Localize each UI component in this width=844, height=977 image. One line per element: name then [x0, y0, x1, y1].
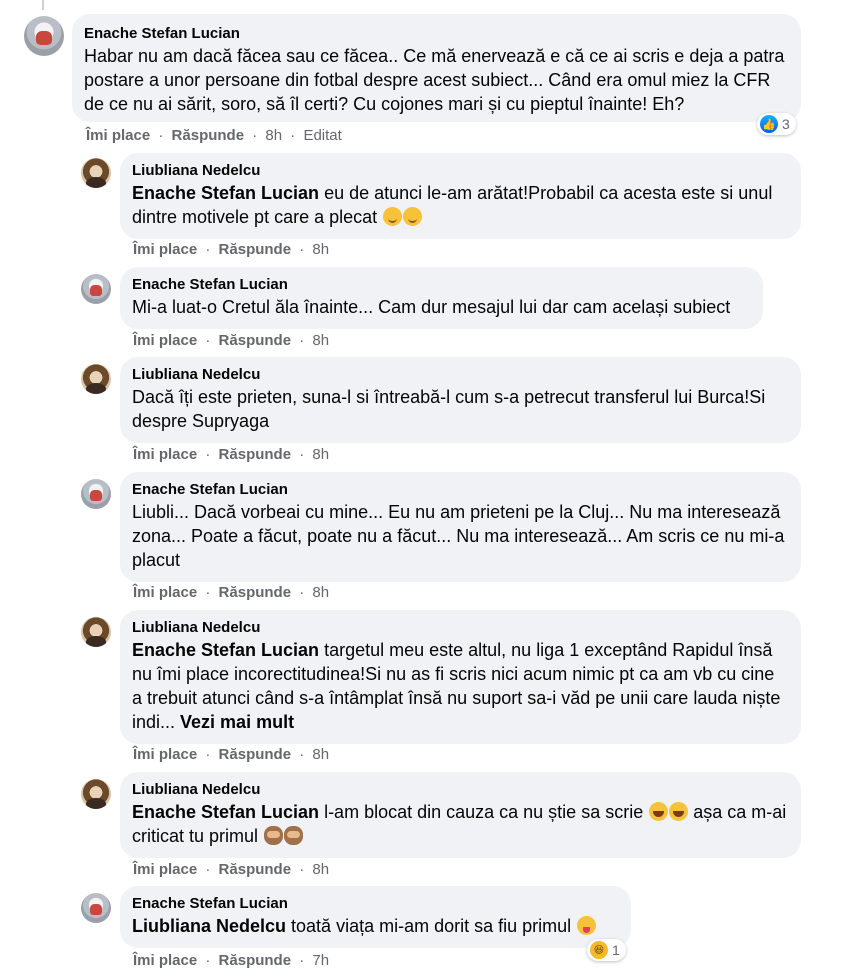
comment-text: Enache Stefan Lucian l-am blocat din cau…: [132, 802, 787, 846]
reply-3: Liubliana Nedelcu Dacă îți este prieten,…: [0, 354, 844, 469]
avatar[interactable]: [81, 364, 111, 394]
avatar[interactable]: [81, 617, 111, 647]
comment-text: Liubli... Dacă vorbeai cu mine... Eu nu …: [132, 502, 785, 570]
mention-link[interactable]: Enache Stefan Lucian: [132, 802, 319, 822]
comment-author[interactable]: Enache Stefan Lucian: [84, 24, 789, 44]
reply-6: Liubliana Nedelcu Enache Stefan Lucian l…: [0, 769, 844, 881]
avatar[interactable]: [24, 16, 64, 56]
reply-5: Liubliana Nedelcu Enache Stefan Lucian t…: [0, 607, 844, 767]
timestamp[interactable]: 8h: [312, 332, 329, 349]
avatar[interactable]: [81, 158, 111, 188]
reaction-count-badge[interactable]: 👍 3: [757, 113, 796, 135]
avatar[interactable]: [81, 479, 111, 509]
comment-bubble: Liubliana Nedelcu Enache Stefan Lucian e…: [120, 153, 801, 239]
haha-icon: 😆: [590, 941, 608, 959]
like-icon: 👍: [760, 115, 778, 133]
comment-author[interactable]: Liubliana Nedelcu: [132, 161, 789, 181]
like-button[interactable]: Îmi place: [86, 127, 150, 144]
comment-text: Liubliana Nedelcu toată viața mi-am dori…: [132, 914, 619, 938]
reaction-count: 1: [612, 942, 620, 958]
avatar[interactable]: [81, 779, 111, 809]
timestamp[interactable]: 8h: [312, 746, 329, 763]
comment-author[interactable]: Enache Stefan Lucian: [132, 894, 619, 914]
see-more-link[interactable]: Vezi mai mult: [180, 712, 294, 732]
reaction-count-badge[interactable]: 😆 1: [587, 939, 626, 961]
comment-author[interactable]: Enache Stefan Lucian: [132, 275, 751, 295]
comment-actions: Îmi place · Răspunde · 8h: [133, 446, 330, 463]
reply-7: Enache Stefan Lucian Liubliana Nedelcu t…: [0, 883, 844, 977]
mention-link[interactable]: Enache Stefan Lucian: [132, 183, 319, 203]
reply-button[interactable]: Răspunde: [219, 241, 292, 258]
avatar[interactable]: [81, 274, 111, 304]
comment-text: Enache Stefan Lucian targetul meu este a…: [132, 640, 781, 732]
like-button[interactable]: Îmi place: [133, 241, 197, 258]
reply-button[interactable]: Răspunde: [219, 746, 292, 763]
comment-actions: Îmi place · Răspunde · 7h: [133, 952, 330, 969]
like-button[interactable]: Îmi place: [133, 584, 197, 601]
comment-text: Dacă îți este prieten, suna-l si întreab…: [132, 387, 766, 431]
comment-author[interactable]: Liubliana Nedelcu: [132, 365, 789, 385]
joy-emoji: [649, 802, 669, 821]
winking-tongue-emoji: [577, 916, 597, 935]
comment-actions: Îmi place · Răspunde · 8h: [133, 861, 330, 878]
timestamp[interactable]: 8h: [312, 861, 329, 878]
comment-1: Enache Stefan Lucian Habar nu am dacă fă…: [0, 0, 844, 150]
timestamp[interactable]: 8h: [312, 446, 329, 463]
reply-button[interactable]: Răspunde: [219, 861, 292, 878]
comment-actions: Îmi place · Răspunde · 8h: [133, 241, 330, 258]
like-button[interactable]: Îmi place: [133, 746, 197, 763]
comment-bubble: Enache Stefan Lucian Liubli... Dacă vorb…: [120, 472, 801, 582]
like-button[interactable]: Îmi place: [133, 861, 197, 878]
comment-bubble: Enache Stefan Lucian Habar nu am dacă fă…: [72, 14, 801, 122]
timestamp[interactable]: 8h: [312, 584, 329, 601]
reply-button[interactable]: Răspunde: [219, 332, 292, 349]
timestamp[interactable]: 8h: [265, 127, 282, 144]
mention-link[interactable]: Enache Stefan Lucian: [132, 640, 319, 660]
comment-actions: Îmi place · Răspunde · 8h · Editat: [86, 127, 342, 144]
comment-actions: Îmi place · Răspunde · 8h: [133, 584, 330, 601]
mention-link[interactable]: Liubliana Nedelcu: [132, 916, 286, 936]
like-button[interactable]: Îmi place: [133, 332, 197, 349]
smirk-emoji: [403, 207, 423, 226]
reply-1: Liubliana Nedelcu Enache Stefan Lucian e…: [0, 150, 844, 260]
comment-bubble: Enache Stefan Lucian Mi-a luat-o Cretul …: [120, 267, 763, 329]
reaction-count: 3: [782, 116, 790, 132]
joy-emoji: [669, 802, 689, 821]
like-button[interactable]: Îmi place: [133, 952, 197, 969]
comment-actions: Îmi place · Răspunde · 8h: [133, 332, 330, 349]
comment-author[interactable]: Liubliana Nedelcu: [132, 780, 789, 800]
timestamp[interactable]: 7h: [312, 952, 329, 969]
reply-button[interactable]: Răspunde: [172, 127, 245, 144]
comment-bubble: Liubliana Nedelcu Enache Stefan Lucian t…: [120, 610, 801, 744]
see-no-evil-monkey-emoji: [284, 826, 304, 845]
timestamp[interactable]: 8h: [312, 241, 329, 258]
avatar[interactable]: [81, 893, 111, 923]
reply-button[interactable]: Răspunde: [219, 584, 292, 601]
comment-author[interactable]: Liubliana Nedelcu: [132, 618, 789, 638]
edited-label: Editat: [303, 127, 342, 144]
comment-bubble: Liubliana Nedelcu Enache Stefan Lucian l…: [120, 772, 801, 858]
comment-bubble: Enache Stefan Lucian Liubliana Nedelcu t…: [120, 886, 631, 948]
smirk-emoji: [383, 207, 403, 226]
see-no-evil-monkey-emoji: [264, 826, 284, 845]
comment-author[interactable]: Enache Stefan Lucian: [132, 480, 789, 500]
reply-2: Enache Stefan Lucian Mi-a luat-o Cretul …: [0, 264, 844, 354]
comment-text: Habar nu am dacă făcea sau ce făcea.. Ce…: [84, 46, 785, 114]
reply-4: Enache Stefan Lucian Liubli... Dacă vorb…: [0, 469, 844, 607]
comment-text: Mi-a luat-o Cretul ăla înainte... Cam du…: [132, 297, 731, 317]
reply-button[interactable]: Răspunde: [219, 446, 292, 463]
comment-text: Enache Stefan Lucian eu de atunci le-am …: [132, 183, 773, 227]
like-button[interactable]: Îmi place: [133, 446, 197, 463]
comment-actions: Îmi place · Răspunde · 8h: [133, 746, 330, 763]
reply-button[interactable]: Răspunde: [219, 952, 292, 969]
comment-bubble: Liubliana Nedelcu Dacă îți este prieten,…: [120, 357, 801, 443]
